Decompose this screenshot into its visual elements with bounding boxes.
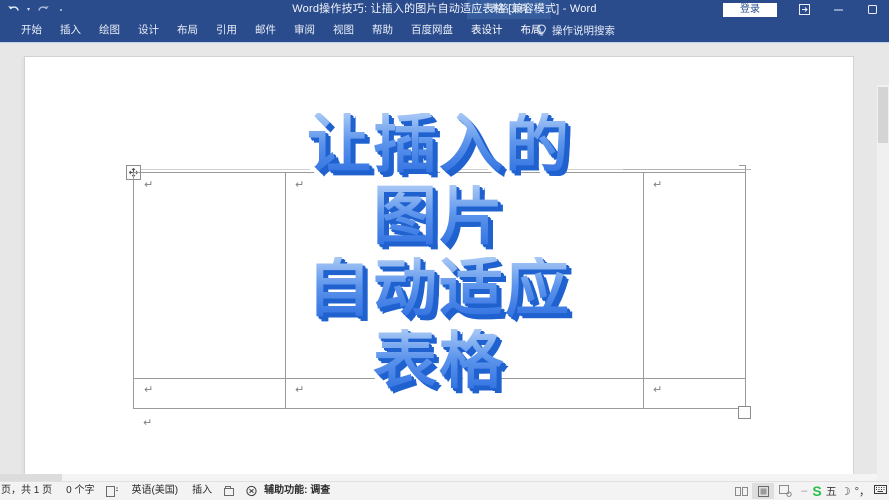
tab-draw[interactable]: 绘图	[90, 19, 129, 42]
cell-paragraph-mark: ↵	[295, 178, 305, 191]
tab-layout[interactable]: 布局	[168, 19, 207, 42]
quick-access-toolbar: ▾	[6, 0, 67, 19]
tell-me-search[interactable]: 操作说明搜索	[536, 19, 615, 42]
ime-punctuation-label[interactable]: °，	[855, 483, 870, 499]
ime-status-tray[interactable]: – S 五 ☽ °，	[796, 483, 887, 499]
insert-mode-indicator[interactable]: 插入	[185, 482, 219, 500]
redo-icon[interactable]	[36, 1, 51, 18]
sogou-logo-icon[interactable]: S	[812, 484, 821, 498]
accessibility-label[interactable]: 辅助功能: 调查	[263, 482, 337, 500]
minimize-icon[interactable]	[821, 0, 855, 19]
cell-paragraph-mark: ↵	[144, 383, 154, 396]
web-layout-icon[interactable]	[774, 483, 796, 499]
tab-review[interactable]: 审阅	[285, 19, 324, 42]
tab-references[interactable]: 引用	[207, 19, 246, 42]
undo-dropdown-chevron-down-icon[interactable]: ▾	[25, 1, 32, 18]
page-indicator[interactable]: 页，共 1 页	[0, 482, 59, 500]
tell-me-label: 操作说明搜索	[552, 25, 615, 37]
tab-help[interactable]: 帮助	[363, 19, 402, 42]
tab-table-design[interactable]: 表设计	[462, 19, 512, 42]
language-indicator[interactable]: 英语(美国)	[124, 482, 185, 500]
ribbon-display-options-icon[interactable]	[787, 0, 821, 19]
cell-paragraph-mark: ↵	[295, 383, 305, 396]
status-bar: 页，共 1 页 0 个字 英语(美国) 插入 辅助功能: 调查 – S 五 ☽ …	[0, 481, 889, 500]
read-mode-icon[interactable]	[730, 483, 752, 499]
keyboard-icon[interactable]	[874, 485, 887, 497]
document-workspace: ↵ ↵ ↵ ↵ ↵ ↵ ↵ 让插入的 让插入的 让插入的 图片 图片 图片 自动…	[0, 42, 889, 500]
table-row-divider-1	[134, 378, 745, 379]
status-bar-right: – S 五 ☽ °，	[730, 482, 887, 500]
maximize-icon[interactable]	[855, 0, 889, 19]
cell-paragraph-mark: ↵	[653, 383, 663, 396]
table-column-divider-2	[643, 173, 644, 408]
tab-insert[interactable]: 插入	[51, 19, 90, 42]
ribbon-tabs: 开始 插入 绘图 设计 布局 引用 邮件 审阅 视图 帮助 百度网盘 表设计 布…	[12, 19, 551, 42]
tab-home[interactable]: 开始	[12, 19, 51, 42]
proofing-errors-icon[interactable]	[101, 482, 124, 500]
table-resize-handle-icon[interactable]	[738, 406, 751, 419]
cell-paragraph-mark: ↵	[653, 178, 663, 191]
record-macro-icon[interactable]	[219, 482, 241, 500]
word-count[interactable]: 0 个字	[59, 482, 101, 500]
status-bar-left: 页，共 1 页 0 个字 英语(美国) 插入 辅助功能: 调查	[0, 482, 337, 500]
tab-mailings[interactable]: 邮件	[246, 19, 285, 42]
ime-separator: –	[801, 485, 808, 497]
caption-line-1-outline: 让插入的	[303, 108, 574, 182]
moon-icon[interactable]: ☽	[841, 485, 851, 498]
contextual-tools-label: 表格工具	[489, 4, 529, 15]
document-paragraph-mark: ↵	[143, 416, 153, 429]
vertical-scrollbar[interactable]	[877, 85, 889, 500]
title-bar: ▾ Word操作技巧: 让插入的图片自动适应表格 [兼容模式] - Word 表…	[0, 0, 889, 42]
sign-in-button[interactable]: 登录	[723, 2, 777, 17]
lightbulb-icon	[537, 24, 546, 36]
tab-view[interactable]: 视图	[324, 19, 363, 42]
vertical-scrollbar-thumb[interactable]	[878, 87, 888, 143]
document-page[interactable]: ↵ ↵ ↵ ↵ ↵ ↵ ↵ 让插入的 让插入的 让插入的 图片 图片 图片 自动…	[25, 57, 853, 475]
tab-baidu-netdisk[interactable]: 百度网盘	[402, 19, 462, 42]
customize-quick-access-icon[interactable]	[55, 1, 67, 18]
caption-line-1: 让插入的	[25, 113, 853, 177]
table-top-rule-extension	[623, 169, 751, 170]
print-layout-icon[interactable]	[752, 483, 775, 499]
word-window: ▾ Word操作技巧: 让插入的图片自动适应表格 [兼容模式] - Word 表…	[0, 0, 889, 500]
table-bracket-right	[739, 165, 746, 172]
ribbon-tab-bar: 开始 插入 绘图 设计 布局 引用 邮件 审阅 视图 帮助 百度网盘 表设计 布…	[0, 19, 889, 42]
undo-icon[interactable]	[6, 1, 21, 18]
word-table[interactable]: ↵ ↵ ↵ ↵ ↵ ↵	[133, 172, 746, 409]
ime-mode-label[interactable]: 五	[826, 483, 837, 499]
tab-design[interactable]: 设计	[129, 19, 168, 42]
window-controls: 登录	[723, 0, 889, 19]
accessibility-icon[interactable]	[241, 482, 263, 500]
cell-paragraph-mark: ↵	[144, 178, 154, 191]
table-column-divider-1	[285, 173, 286, 408]
